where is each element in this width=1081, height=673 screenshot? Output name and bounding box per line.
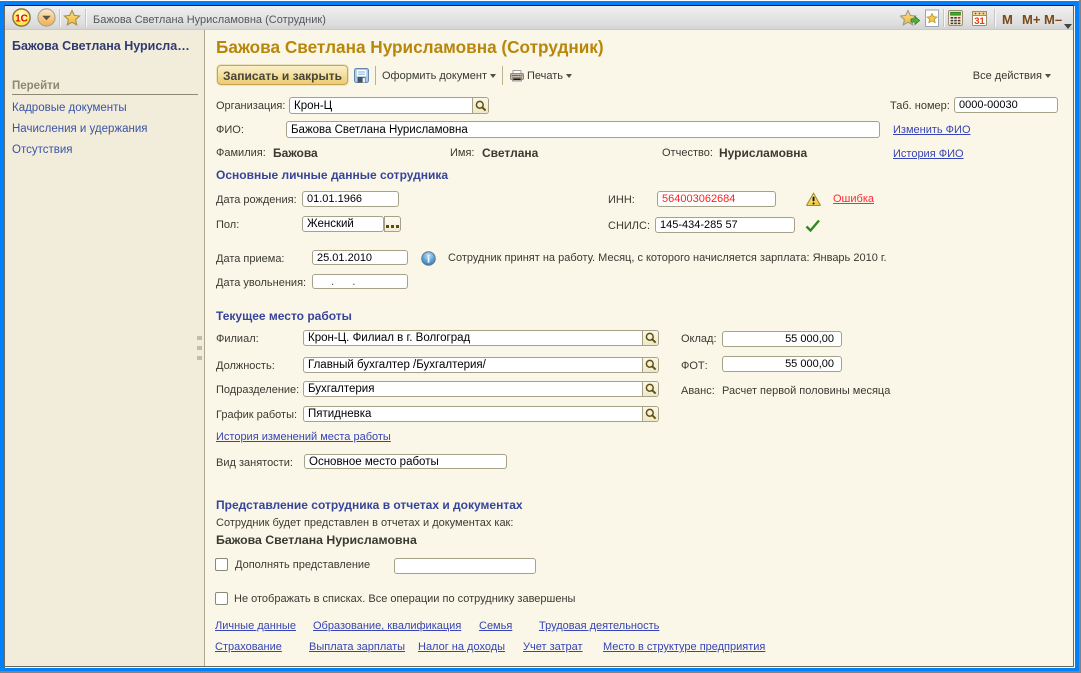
svg-text:1С: 1С <box>15 13 28 24</box>
svg-text:i: i <box>427 255 430 266</box>
svg-text:31: 31 <box>974 16 985 26</box>
